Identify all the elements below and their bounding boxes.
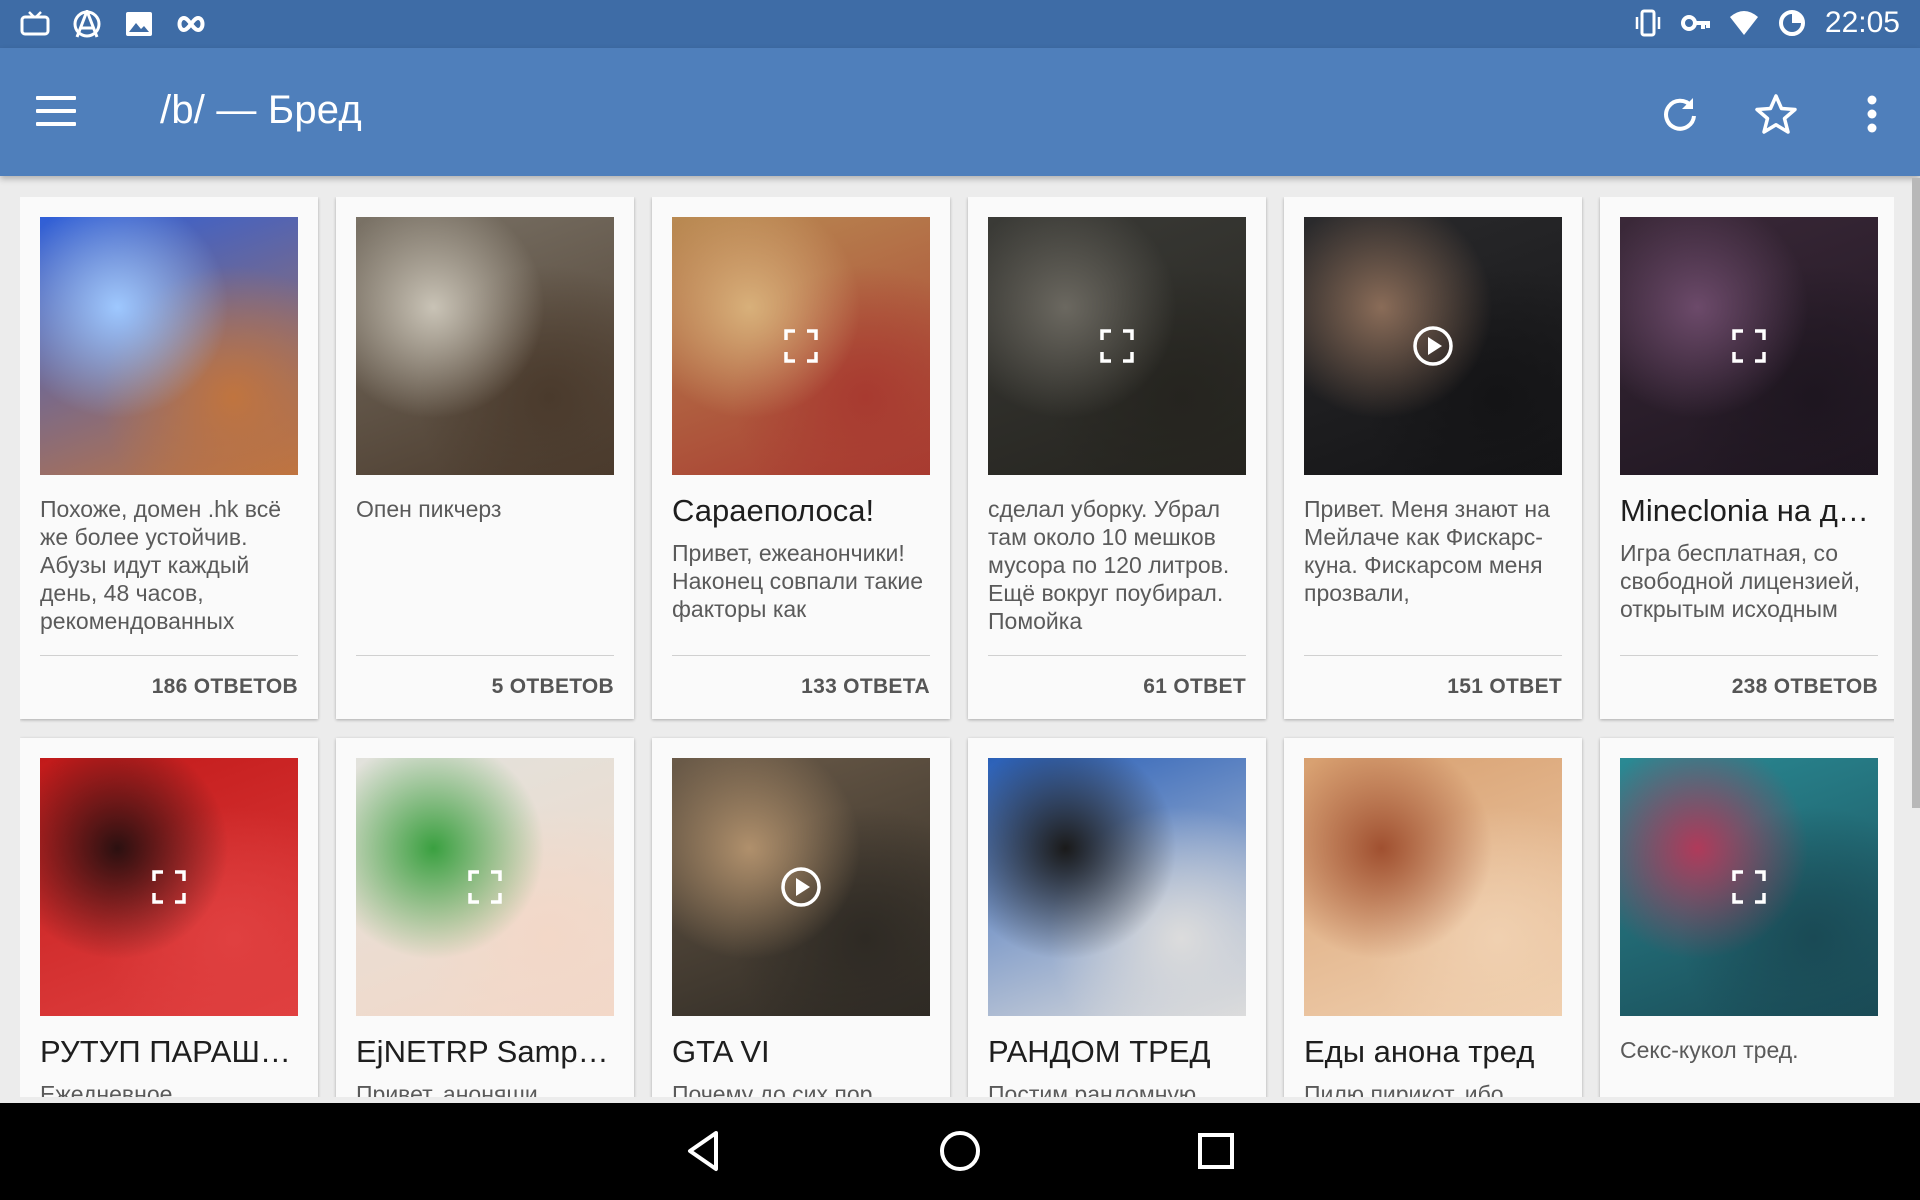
favorite-button[interactable] xyxy=(1748,86,1804,142)
thread-card[interactable]: Похоже, домен .hk всё же более устойчив.… xyxy=(20,197,318,719)
status-time: 22:05 xyxy=(1824,6,1900,39)
thread-snippet: Пилю пирикот, ибо xyxy=(1304,1081,1504,1097)
fullscreen-icon xyxy=(1732,870,1766,904)
thread-snippet: Опен пикчерз xyxy=(356,496,502,522)
fullscreen-icon xyxy=(1100,329,1134,363)
image-icon xyxy=(126,12,152,36)
refresh-icon xyxy=(1664,98,1696,131)
thread-card[interactable]: Привет. Меня знают на Мейлаче как Фискар… xyxy=(1284,197,1582,719)
thread-thumbnail[interactable] xyxy=(40,217,298,475)
thread-subject: EjNETRP Samp c… xyxy=(356,1034,614,1069)
hamburger-icon[interactable] xyxy=(36,96,76,126)
tv-icon xyxy=(20,11,50,36)
fullscreen-icon xyxy=(784,329,818,363)
scrollbar[interactable] xyxy=(1912,178,1920,808)
thread-thumbnail[interactable] xyxy=(40,758,298,1016)
thread-card[interactable]: Mineclonia на дв… Игра бесплатная, со сво… xyxy=(1600,197,1894,719)
thread-thumbnail[interactable] xyxy=(356,758,614,1016)
thread-thumbnail[interactable] xyxy=(672,217,930,475)
thread-subject: GTA VI xyxy=(672,1034,770,1069)
thread-card[interactable]: EjNETRP Samp c… Привет, аноняши xyxy=(336,738,634,1097)
thread-card[interactable]: GTA VI Почему до сих пор xyxy=(652,738,950,1097)
card-divider xyxy=(988,655,1246,656)
thread-card[interactable]: Еды анона тред Пилю пирикот, ибо xyxy=(1284,738,1582,1097)
thread-snippet: Постим рандомную xyxy=(988,1081,1197,1097)
page-title: /b/ — Бред xyxy=(160,88,362,132)
fullscreen-icon xyxy=(1732,329,1766,363)
overflow-menu-button[interactable] xyxy=(1844,86,1900,142)
thread-thumbnail[interactable] xyxy=(1620,758,1878,1016)
thread-snippet: Почему до сих пор xyxy=(672,1081,873,1097)
status-bar: 22:05 xyxy=(0,0,1920,48)
thread-card[interactable]: РУТУП ПАРАША… Ежедневное xyxy=(20,738,318,1097)
app-bar: /b/ — Бред xyxy=(0,48,1920,176)
card-divider xyxy=(1620,655,1878,656)
thread-snippet: Ежедневное xyxy=(40,1081,173,1097)
thread-subject: Mineclonia на дв… xyxy=(1620,493,1878,528)
reply-count: 61 ОТВЕТ xyxy=(1143,675,1246,698)
reply-count: 133 ОТВЕТА xyxy=(801,675,930,698)
wifi-icon xyxy=(1729,11,1758,35)
status-right: 22:05 xyxy=(1633,6,1900,40)
key-icon xyxy=(1680,15,1710,31)
thread-snippet: Привет. Меня знают на Мейлаче как Фискар… xyxy=(1304,496,1550,606)
thread-snippet: сделал уборку. Убрал там около 10 мешков… xyxy=(988,496,1230,634)
navigation-bar xyxy=(0,1103,1920,1200)
fullscreen-icon xyxy=(152,870,186,904)
thread-card[interactable]: сделал уборку. Убрал там около 10 мешков… xyxy=(968,197,1266,719)
card-divider xyxy=(672,655,930,656)
status-left-icons xyxy=(20,10,206,38)
reply-count: 151 ОТВЕТ xyxy=(1447,675,1562,698)
thread-thumbnail[interactable] xyxy=(988,217,1246,475)
card-divider xyxy=(40,655,298,656)
thread-thumbnail[interactable] xyxy=(1304,758,1562,1016)
thread-subject: Сараеполоса! xyxy=(672,493,875,528)
home-icon[interactable] xyxy=(934,1125,986,1177)
card-divider xyxy=(356,655,614,656)
thread-thumbnail[interactable] xyxy=(1304,217,1562,475)
thread-snippet: Привет, аноняши xyxy=(356,1081,538,1097)
thread-card[interactable]: Опен пикчерз 5 ОТВЕТОВ xyxy=(336,197,634,719)
infinity-icon xyxy=(177,15,205,33)
more-vert-icon xyxy=(1867,95,1877,133)
thread-snippet: Похоже, домен .hk всё же более устойчив.… xyxy=(40,496,282,634)
thread-thumbnail[interactable] xyxy=(988,758,1246,1016)
thread-snippet: Секс-кукол тред. xyxy=(1620,1037,1799,1063)
thread-grid: Похоже, домен .hk всё же более устойчив.… xyxy=(20,197,1894,1097)
anarchy-icon xyxy=(73,10,101,38)
thread-subject: РУТУП ПАРАША… xyxy=(40,1034,298,1069)
thread-subject: РАНДОМ ТРЕД xyxy=(988,1034,1211,1069)
recents-icon[interactable] xyxy=(1190,1125,1242,1177)
thread-snippet: Игра бесплатная, со свободной лицензией,… xyxy=(1620,540,1860,622)
play-icon xyxy=(781,867,821,907)
thread-thumbnail[interactable] xyxy=(672,758,930,1016)
card-divider xyxy=(1304,655,1562,656)
thread-thumbnail[interactable] xyxy=(356,217,614,475)
app-bar-actions xyxy=(1652,86,1900,142)
refresh-button[interactable] xyxy=(1652,86,1708,142)
star-icon xyxy=(1755,94,1797,134)
thread-card[interactable]: РАНДОМ ТРЕД Постим рандомную xyxy=(968,738,1266,1097)
reply-count: 238 ОТВЕТОВ xyxy=(1731,675,1878,698)
thread-thumbnail[interactable] xyxy=(1620,217,1878,475)
thread-card[interactable]: Секс-кукол тред. xyxy=(1600,738,1894,1097)
vibrate-icon xyxy=(1635,9,1661,37)
thread-subject: Еды анона тред xyxy=(1304,1034,1535,1069)
reply-count: 5 ОТВЕТОВ xyxy=(491,675,614,698)
thread-card[interactable]: Сараеполоса! Привет, ежеанончики! Наконец… xyxy=(652,197,950,719)
reply-count: 186 ОТВЕТОВ xyxy=(151,675,298,698)
fullscreen-icon xyxy=(468,870,502,904)
play-icon xyxy=(1413,326,1453,366)
thread-snippet: Привет, ежеанончики! Наконец совпали так… xyxy=(672,540,924,622)
sync-icon xyxy=(1778,10,1805,36)
back-icon[interactable] xyxy=(678,1125,730,1177)
